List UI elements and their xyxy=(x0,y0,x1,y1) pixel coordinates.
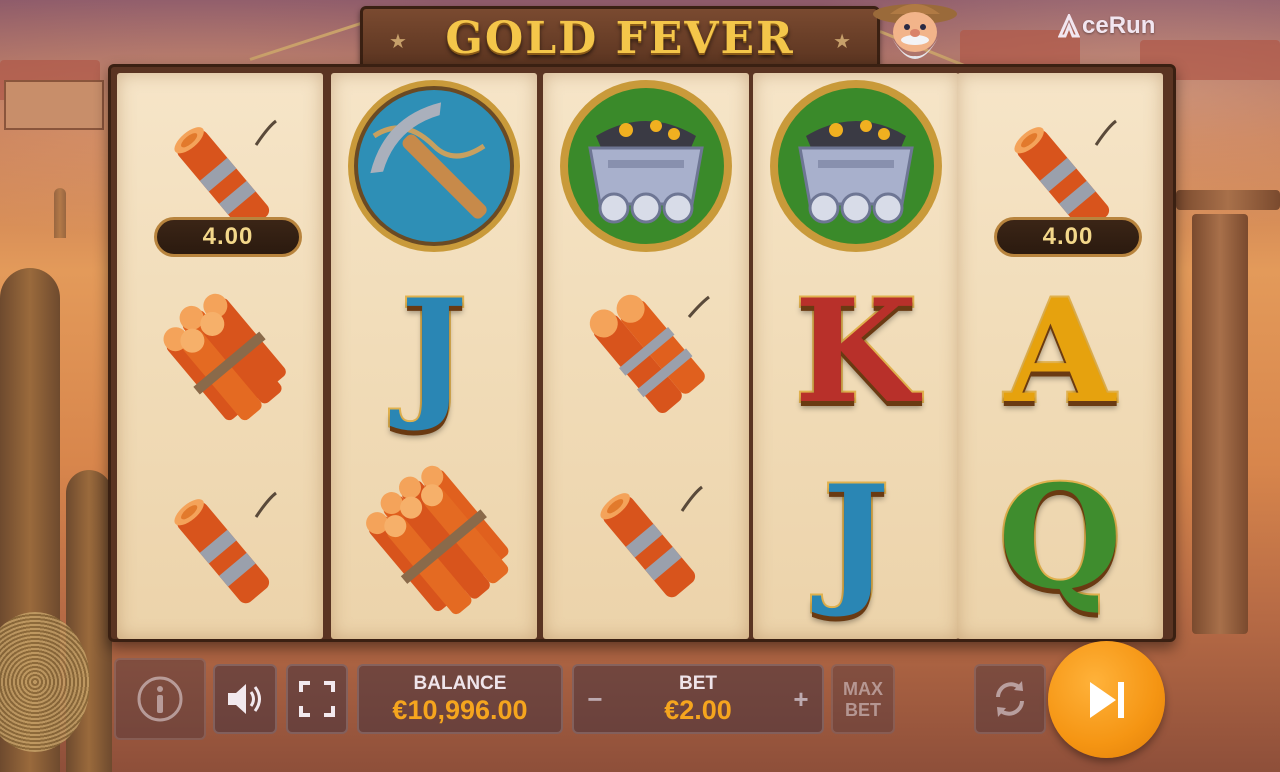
cash-value-tag: 4.00 xyxy=(994,217,1142,257)
symbol-dynamite-big-bundle xyxy=(331,445,537,631)
fullscreen-icon xyxy=(299,681,335,717)
provider-logo-text: ceRun xyxy=(1082,12,1156,39)
reel-5: 4.00 A Q xyxy=(957,73,1163,639)
symbol-mine-cart xyxy=(753,73,959,259)
reel-1: 4.00 xyxy=(117,73,323,639)
speaker-icon xyxy=(228,684,261,714)
fence-post xyxy=(1192,214,1248,634)
fence-rail xyxy=(1176,190,1280,210)
fullscreen-button[interactable] xyxy=(286,664,348,734)
play-skip-icon xyxy=(1089,681,1124,718)
balance-label: BALANCE xyxy=(413,673,507,694)
reel-2: J xyxy=(331,73,537,639)
bet-control: − BET €2.00 + xyxy=(572,664,824,734)
balance-display: BALANCE €10,996.00 xyxy=(357,664,563,734)
letter-K: K xyxy=(792,269,919,435)
symbol-J: J xyxy=(331,259,537,445)
reel-3 xyxy=(543,73,749,639)
letter-A: A xyxy=(1003,269,1117,435)
symbol-dynamite xyxy=(117,451,323,637)
symbol-A: A xyxy=(957,259,1163,445)
cactus xyxy=(54,188,66,238)
cash-value-tag: 4.00 xyxy=(154,217,302,257)
bet-value: €2.00 xyxy=(664,695,732,725)
game-title: GOLD FEVER xyxy=(445,12,795,64)
symbol-dynamite-bundle xyxy=(117,265,323,451)
provider-logo: ceRun xyxy=(1058,12,1155,40)
autoplay-icon xyxy=(996,681,1024,717)
spin-button[interactable] xyxy=(1048,641,1165,758)
sound-button[interactable] xyxy=(213,664,277,734)
max-bet-button[interactable]: MAX BET xyxy=(831,664,895,734)
symbol-J: J xyxy=(753,445,959,631)
max-bet-line2: BET xyxy=(845,699,881,720)
symbol-mine-cart xyxy=(543,73,749,259)
letter-Q: Q xyxy=(996,455,1124,621)
info-icon xyxy=(137,676,183,722)
max-bet-line1: MAX xyxy=(843,678,883,699)
balance-value: €10,996.00 xyxy=(392,695,528,725)
symbol-pickaxe xyxy=(331,73,537,259)
title-sign: ★ GOLD FEVER ★ xyxy=(360,6,880,70)
symbol-dynamite-pair xyxy=(543,259,749,445)
symbol-K: K xyxy=(753,259,959,445)
bet-decrease-button[interactable]: − xyxy=(576,666,614,732)
star-icon: ★ xyxy=(389,31,407,53)
symbol-dynamite xyxy=(543,445,749,631)
reel-4: K J xyxy=(753,73,959,639)
bet-increase-button[interactable]: + xyxy=(782,666,820,732)
reels-frame: 4.00 J K J 4.00 A Q xyxy=(108,64,1176,642)
letter-J: J xyxy=(820,455,891,621)
info-button[interactable] xyxy=(114,658,206,740)
autoplay-button[interactable] xyxy=(974,664,1046,734)
miner-mascot xyxy=(873,4,957,59)
star-icon: ★ xyxy=(833,31,851,53)
bet-label: BET xyxy=(679,673,717,694)
ace-logo-icon xyxy=(1058,14,1080,38)
letter-J: J xyxy=(398,269,469,435)
symbol-Q: Q xyxy=(957,445,1163,631)
house-background xyxy=(4,80,104,130)
